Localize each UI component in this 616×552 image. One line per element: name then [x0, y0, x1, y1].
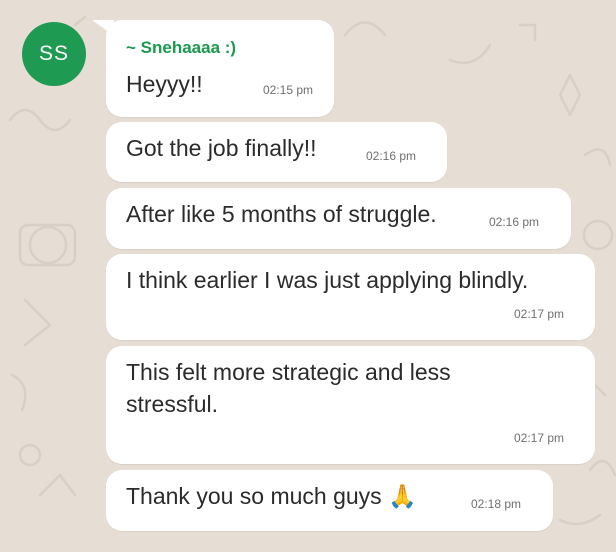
- message-time: 02:18 pm: [471, 497, 522, 511]
- message-text: Got the job finally!!: [126, 135, 317, 161]
- avatar[interactable]: SS: [22, 22, 86, 86]
- message-text: I think earlier I was just applying blin…: [126, 267, 529, 293]
- message-time: 02:16 pm: [489, 215, 540, 229]
- message-time: 02:17 pm: [514, 307, 565, 321]
- message-bubble[interactable]: This felt more strategic and less stress…: [106, 346, 595, 464]
- message-time: 02:15 pm: [263, 83, 314, 97]
- sender-name[interactable]: ~ Snehaaaa :): [126, 38, 236, 58]
- message-text-line-1: This felt more strategic and less: [126, 359, 451, 385]
- message-time: 02:17 pm: [514, 431, 565, 445]
- message-bubble[interactable]: Got the job finally!! 02:16 pm: [106, 122, 447, 182]
- message-text: Heyyy!!: [126, 71, 203, 97]
- message-bubble[interactable]: Thank you so much guys 🙏 02:18 pm: [106, 470, 553, 531]
- message-text-line-2: stressful.: [126, 391, 219, 417]
- message-bubble[interactable]: ~ Snehaaaa :) Heyyy!! 02:15 pm: [106, 20, 334, 117]
- message-time: 02:16 pm: [366, 149, 417, 163]
- message-bubble[interactable]: After like 5 months of struggle. 02:16 p…: [106, 188, 571, 249]
- message-text: Thank you so much guys 🙏: [126, 483, 417, 509]
- message-bubble[interactable]: I think earlier I was just applying blin…: [106, 254, 595, 340]
- message-text: After like 5 months of struggle.: [126, 201, 437, 227]
